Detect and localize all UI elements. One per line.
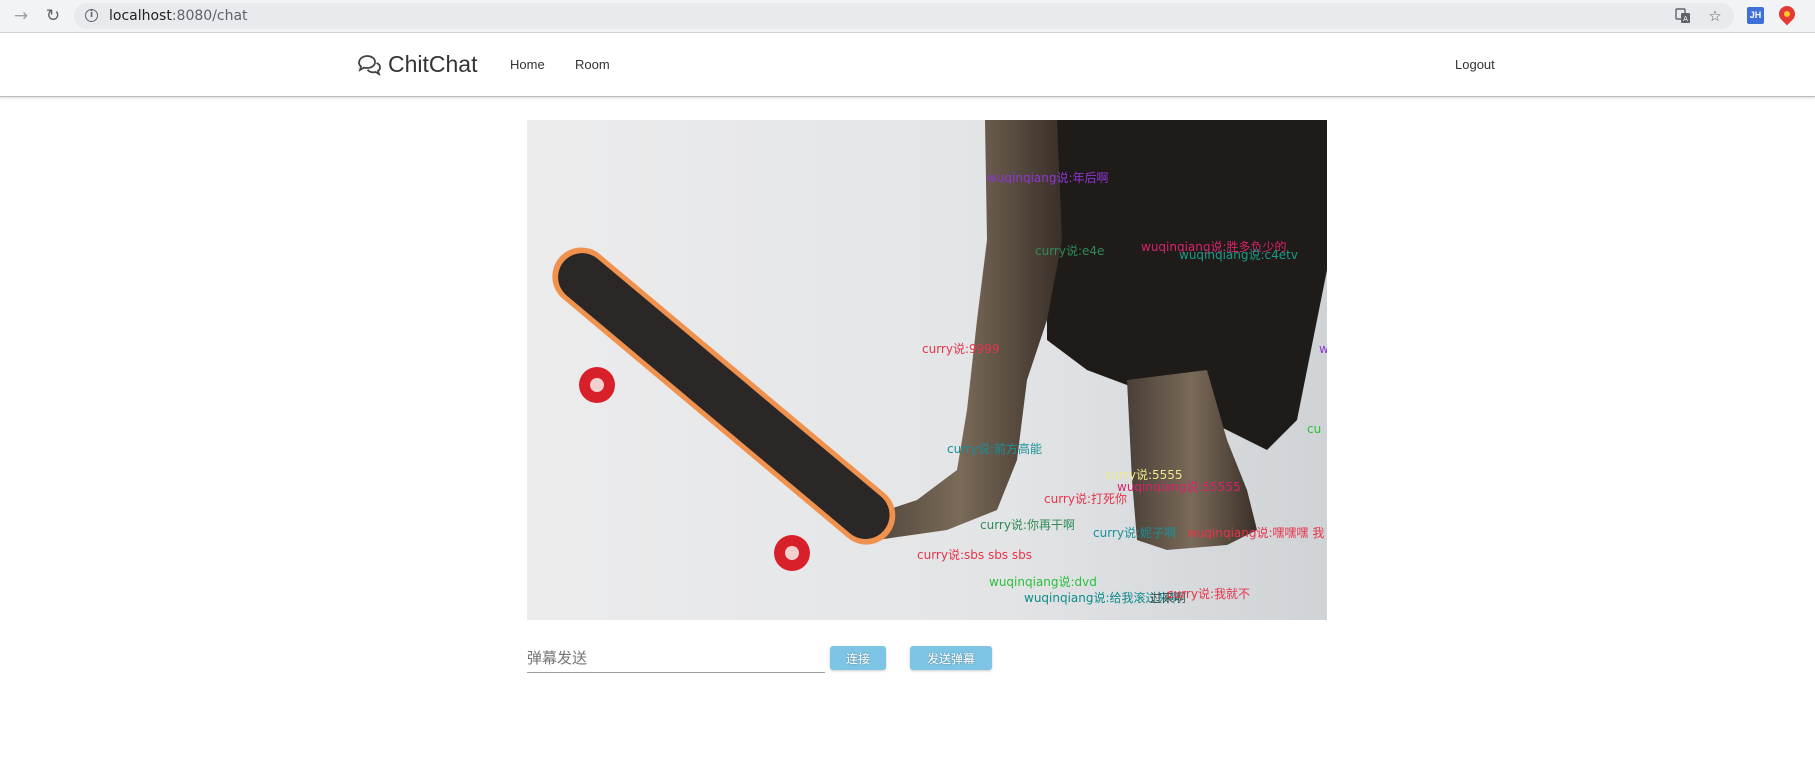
- brand-name: ChitChat: [388, 51, 478, 77]
- svg-text:A: A: [1683, 15, 1688, 23]
- nav-home-link[interactable]: Home: [510, 57, 545, 72]
- danmaku-comment: cu: [1307, 422, 1322, 436]
- danmaku-comment: curry说:前方高能: [947, 442, 1043, 456]
- danmaku-comment: wuqinqiang说:dvd: [989, 575, 1097, 589]
- reload-icon[interactable]: ↻: [40, 3, 66, 29]
- forward-icon[interactable]: →: [8, 3, 34, 29]
- nav-room-link[interactable]: Room: [575, 57, 610, 72]
- brand-link[interactable]: ChitChat: [356, 51, 477, 78]
- danmaku-comment: curry说:e4e: [1035, 244, 1105, 258]
- video-frame: [527, 120, 1327, 620]
- danmaku-comment: curry说:我就不: [1167, 587, 1251, 601]
- url-text[interactable]: localhost:8080/chat: [109, 8, 248, 24]
- video-player[interactable]: wuqinqiang说:年后啊 curry说:e4e wuqinqiang说:胜…: [527, 120, 1327, 620]
- connect-button[interactable]: 连接: [830, 646, 886, 670]
- translate-icon[interactable]: A: [1672, 5, 1694, 27]
- danmaku-comment: curry说:打死你: [1044, 492, 1128, 506]
- danmaku-comment: wuqinqiang说:嘿嘿嘿 我: [1187, 526, 1325, 540]
- info-icon[interactable]: i: [85, 9, 98, 22]
- browser-toolbar: → ↻ i localhost:8080/chat A ☆ JH: [0, 0, 1815, 33]
- extension-jh-icon[interactable]: JH: [1747, 7, 1764, 24]
- danmaku-comment: wuqinqiang说:年后啊: [987, 171, 1109, 185]
- location-pin-icon[interactable]: [1775, 2, 1799, 26]
- url-path: :8080/chat: [171, 8, 248, 24]
- chat-bubbles-icon: [358, 54, 381, 76]
- danmaku-comment: wuqinqiang说:c4etv: [1179, 248, 1298, 262]
- nav-logout-link[interactable]: Logout: [1455, 57, 1495, 72]
- danmaku-comment: curry说:妮子啊: [1093, 526, 1177, 540]
- app-navbar: ChitChat Home Room Logout: [0, 33, 1815, 97]
- danmaku-comment: curry说:sbs sbs sbs: [917, 548, 1032, 562]
- url-host: localhost: [109, 8, 172, 24]
- danmaku-input[interactable]: [527, 644, 825, 673]
- bookmark-star-icon[interactable]: ☆: [1704, 5, 1726, 27]
- danmaku-comment: curry说:你再干啊: [980, 518, 1076, 532]
- send-danmaku-button[interactable]: 发送弹幕: [910, 646, 992, 670]
- address-bar[interactable]: i localhost:8080/chat: [74, 3, 1734, 29]
- danmaku-comment: curry说:9999: [922, 342, 1000, 356]
- danmaku-comment: wuqinqiang说:55555: [1117, 480, 1241, 494]
- danmaku-comment: w: [1319, 342, 1327, 356]
